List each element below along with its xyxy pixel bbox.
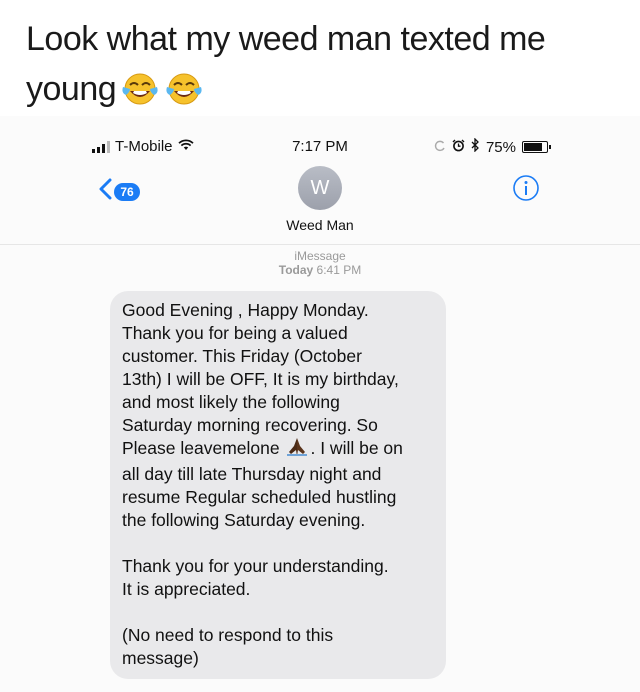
message-line: (No need to respond to this: [122, 625, 334, 645]
avatar: W: [298, 166, 342, 210]
message-line-with-emoji: Please leavemelone . I will be on: [122, 437, 436, 463]
status-bar: T-Mobile 7:17 PM 75%: [0, 137, 640, 158]
caption-line-2-text: young: [26, 70, 117, 108]
caption-line-1: Look what my weed man texted me: [26, 20, 546, 58]
service-label: iMessage: [294, 249, 346, 263]
message-line-part: Please leavemelone: [122, 438, 280, 458]
alarm-icon: [452, 139, 465, 156]
contact-name: Weed Man: [286, 217, 354, 233]
message-line: It is appreciated.: [122, 579, 251, 599]
info-button[interactable]: [512, 174, 540, 207]
conversation-header: 76 W Weed Man: [0, 166, 640, 245]
rotation-lock-icon: [434, 139, 446, 156]
battery-fill: [524, 143, 542, 151]
battery-percent: 75%: [485, 138, 516, 156]
message-screenshot: T-Mobile 7:17 PM 75% 76 W Weed Man iMess…: [0, 116, 640, 692]
battery-icon: [522, 141, 551, 153]
message-line: the following Saturday evening.: [122, 510, 366, 530]
caption-line-2: young: [26, 64, 626, 120]
message-line: 13th) I will be OFF, It is my birthday,: [122, 369, 399, 389]
contact-header[interactable]: W Weed Man: [0, 166, 640, 233]
message-bubble[interactable]: Good Evening , Happy Monday. Thank you f…: [110, 291, 446, 679]
post-caption: Look what my weed man texted me young: [26, 14, 626, 120]
message-line: customer. This Friday (October: [122, 346, 362, 366]
praying-hands-emoji-icon: [286, 437, 308, 463]
status-right: 75%: [434, 137, 551, 156]
laughing-tears-emoji-icon: [164, 70, 204, 120]
timestamp-line: Today 6:41 PM: [0, 263, 640, 277]
bluetooth-icon: [471, 137, 480, 156]
message-line: Good Evening , Happy Monday.: [122, 300, 369, 320]
timestamp-time: 6:41 PM: [316, 263, 362, 277]
message-line: Saturday morning recovering. So: [122, 415, 378, 435]
laughing-tears-emoji-icon: [120, 70, 160, 120]
thread-timestamp: iMessage Today 6:41 PM: [0, 249, 640, 277]
message-line: Thank you for your understanding.: [122, 556, 389, 576]
info-icon: [512, 175, 540, 206]
timestamp-day: Today: [278, 263, 314, 277]
message-line: Thank you for being a valued: [122, 323, 348, 343]
message-line: all day till late Thursday night and: [122, 464, 382, 484]
message-line: resume Regular scheduled hustling: [122, 487, 397, 507]
message-line: and most likely the following: [122, 392, 340, 412]
message-line: message): [122, 648, 199, 668]
message-line-part: . I will be on: [310, 438, 403, 458]
